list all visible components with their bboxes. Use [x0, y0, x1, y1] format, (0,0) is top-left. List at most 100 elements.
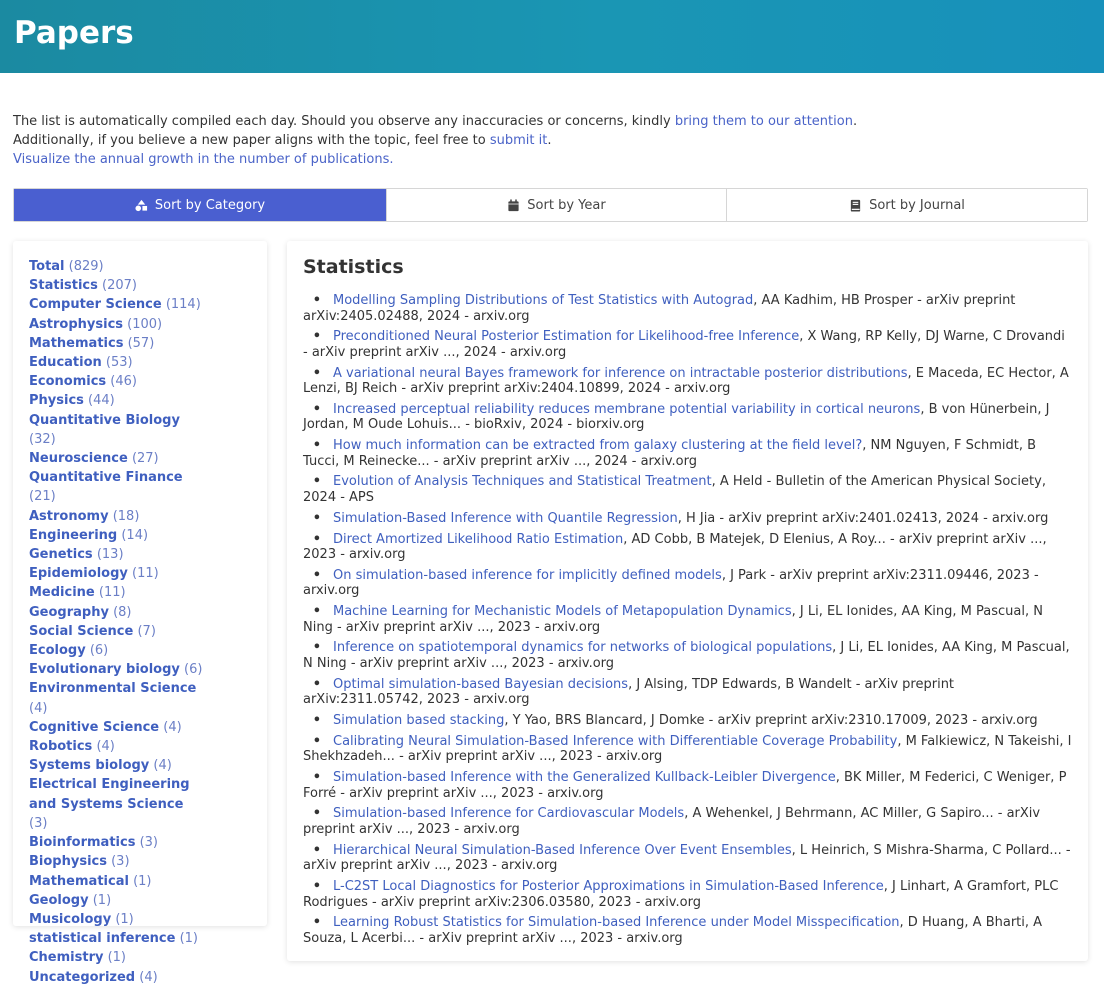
category-count: (14)	[121, 527, 149, 543]
category-link[interactable]: Musicology	[29, 912, 111, 927]
paper-item: On simulation-based inference for implic…	[303, 568, 1072, 599]
category-link[interactable]: Computer Science	[29, 297, 162, 312]
paper-title-link[interactable]: Optimal simulation-based Bayesian decisi…	[333, 677, 628, 692]
category-link[interactable]: Mathematical	[29, 874, 129, 889]
category-item: Engineering (14)	[29, 526, 204, 545]
bullet-icon	[303, 879, 333, 895]
category-count: (8)	[113, 604, 132, 620]
category-link[interactable]: Geography	[29, 605, 109, 620]
bullet-icon	[303, 713, 333, 729]
sort-by-journal-button[interactable]: Sort by Journal	[727, 189, 1087, 221]
category-link[interactable]: Statistics	[29, 278, 98, 293]
page-title: Papers	[14, 15, 134, 51]
bullet-icon	[303, 806, 333, 822]
category-link[interactable]: Robotics	[29, 739, 92, 754]
category-link[interactable]: statistical inference	[29, 931, 175, 946]
category-count: (1)	[92, 892, 112, 908]
category-item: Medicine (11)	[29, 583, 204, 602]
paper-title-link[interactable]: Hierarchical Neural Simulation-Based Inf…	[333, 843, 792, 858]
paper-title-link[interactable]: On simulation-based inference for implic…	[333, 568, 722, 583]
category-link[interactable]: Economics	[29, 374, 106, 389]
category-link[interactable]: Quantitative Finance	[29, 470, 183, 485]
category-count: (11)	[132, 566, 159, 582]
category-link[interactable]: Systems biology	[29, 758, 149, 773]
bullet-icon	[303, 770, 333, 786]
category-link[interactable]: Quantitative Biology	[29, 413, 180, 428]
category-link[interactable]: Geology	[29, 893, 89, 908]
paper-title-link[interactable]: Simulation based stacking	[333, 713, 504, 728]
category-link[interactable]: Uncategorized	[29, 970, 135, 985]
report-link[interactable]: bring them to our attention	[675, 114, 853, 129]
category-link[interactable]: Education	[29, 355, 102, 370]
category-item: Quantitative Biology (32)	[29, 411, 204, 449]
paper-item: Simulation-Based Inference with Quantile…	[303, 511, 1072, 527]
category-count: (100)	[127, 316, 163, 332]
category-count: (32)	[29, 431, 56, 447]
paper-title-link[interactable]: Increased perceptual reliability reduces…	[333, 402, 920, 417]
paper-title-link[interactable]: Simulation-based Inference with the Gene…	[333, 770, 836, 785]
category-link[interactable]: Environmental Science	[29, 681, 196, 696]
paper-title-link[interactable]: Preconditioned Neural Posterior Estimati…	[333, 329, 799, 344]
category-count: (114)	[165, 297, 201, 313]
category-link[interactable]: Genetics	[29, 547, 93, 562]
paper-item: Modelling Sampling Distributions of Test…	[303, 293, 1072, 324]
category-link[interactable]: Astrophysics	[29, 317, 123, 332]
category-item: Physics (44)	[29, 391, 204, 410]
category-link[interactable]: Cognitive Science	[29, 720, 159, 735]
paper-title-link[interactable]: Inference on spatiotemporal dynamics for…	[333, 640, 832, 655]
category-link[interactable]: Mathematics	[29, 336, 123, 351]
bullet-icon	[303, 677, 333, 693]
bullet-icon	[303, 532, 333, 548]
category-link[interactable]: Biophysics	[29, 854, 107, 869]
category-item: Genetics (13)	[29, 545, 204, 564]
category-count: (6)	[184, 662, 203, 678]
category-item: Social Science (7)	[29, 622, 204, 641]
category-item: Epidemiology (11)	[29, 564, 204, 583]
paper-title-link[interactable]: Simulation-based Inference for Cardiovas…	[333, 806, 684, 821]
category-link[interactable]: Astronomy	[29, 509, 109, 524]
category-link[interactable]: Social Science	[29, 624, 133, 639]
visualize-growth-link[interactable]: Visualize the annual growth in the numbe…	[13, 152, 393, 167]
bullet-icon	[303, 366, 333, 382]
category-link[interactable]: Evolutionary biology	[29, 662, 180, 677]
paper-title-link[interactable]: How much information can be extracted fr…	[333, 438, 862, 453]
category-link[interactable]: Engineering	[29, 528, 117, 543]
category-link[interactable]: Electrical Engineering and Systems Scien…	[29, 777, 190, 811]
sort-by-category-button[interactable]: Sort by Category	[14, 189, 387, 221]
category-link[interactable]: Medicine	[29, 585, 95, 600]
bullet-icon	[303, 511, 333, 527]
paper-list-panel: Statistics Modelling Sampling Distributi…	[287, 241, 1088, 961]
category-count: (3)	[111, 854, 130, 870]
paper-list: Modelling Sampling Distributions of Test…	[303, 293, 1072, 946]
category-count: (7)	[137, 623, 156, 639]
paper-item: Simulation-based Inference for Cardiovas…	[303, 806, 1072, 837]
paper-title-link[interactable]: Simulation-Based Inference with Quantile…	[333, 511, 678, 526]
paper-title-link[interactable]: Evolution of Analysis Techniques and Sta…	[333, 474, 712, 489]
book-icon	[850, 199, 861, 212]
category-item: Chemistry (1)	[29, 948, 204, 967]
category-link[interactable]: Total	[29, 259, 65, 274]
paper-title-link[interactable]: Machine Learning for Mechanistic Models …	[333, 604, 792, 619]
paper-title-link[interactable]: Modelling Sampling Distributions of Test…	[333, 293, 753, 308]
paper-title-link[interactable]: Direct Amortized Likelihood Ratio Estima…	[333, 532, 623, 547]
category-item: Uncategorized (4)	[29, 968, 204, 987]
paper-title-link[interactable]: Calibrating Neural Simulation-Based Infe…	[333, 734, 897, 749]
category-link[interactable]: Ecology	[29, 643, 86, 658]
paper-title-link[interactable]: Learning Robust Statistics for Simulatio…	[333, 915, 900, 930]
category-item: Mathematics (57)	[29, 334, 204, 353]
category-item: Geography (8)	[29, 603, 204, 622]
paper-title-link[interactable]: A variational neural Bayes framework for…	[333, 366, 908, 381]
bullet-icon	[303, 474, 333, 490]
paper-title-link[interactable]: L-C2ST Local Diagnostics for Posterior A…	[333, 879, 884, 894]
page-header: Papers	[0, 0, 1104, 73]
paper-item: L-C2ST Local Diagnostics for Posterior A…	[303, 879, 1072, 910]
category-link[interactable]: Physics	[29, 393, 84, 408]
bullet-icon	[303, 438, 333, 454]
submit-link[interactable]: submit it	[490, 133, 547, 148]
sort-by-year-button[interactable]: Sort by Year	[387, 189, 727, 221]
category-link[interactable]: Bioinformatics	[29, 835, 135, 850]
category-link[interactable]: Neuroscience	[29, 451, 128, 466]
category-item: Musicology (1)	[29, 910, 204, 929]
category-link[interactable]: Epidemiology	[29, 566, 128, 581]
category-link[interactable]: Chemistry	[29, 950, 103, 965]
